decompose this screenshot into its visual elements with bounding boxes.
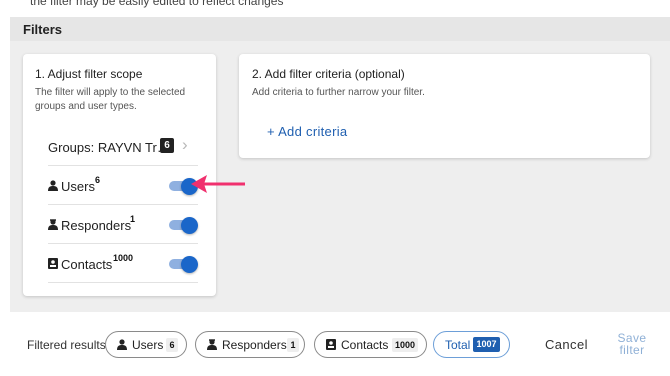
scope-description: The filter will apply to the selected gr… [35,87,186,112]
type-row-contacts: Contacts 1000 [48,245,198,283]
groups-count-badge: 6 [160,138,174,153]
top-note: the filter may be easily edited to refle… [30,0,284,8]
type-row-users: Users 6 [48,167,198,205]
person-icon [48,180,58,191]
groups-label: Groups: RAYVN Tr… [48,140,170,155]
result-pill-contacts[interactable]: Contacts 1000 [314,331,427,358]
result-pill-total[interactable]: Total 1007 [433,331,510,358]
contact-card-icon [326,339,336,350]
chevron-right-icon[interactable]: › [182,135,188,155]
responder-icon [48,219,58,230]
result-pill-label: Users [132,338,164,352]
type-row-responders: Responders 1 [48,206,198,244]
result-pill-count: 1 [287,338,299,352]
type-count-users: 6 [95,175,101,185]
scope-card: 1. Adjust filter scope The filter will a… [23,54,216,296]
result-pill-count: 1000 [392,338,418,352]
criteria-description: Add criteria to further narrow your filt… [252,87,425,98]
type-label-contacts: Contacts [61,257,113,272]
type-label-users: Users [61,179,95,194]
responder-icon [207,339,217,350]
result-pill-label: Contacts [341,338,389,352]
top-strip: the filter may be easily edited to refle… [0,0,670,14]
groups-row[interactable]: Groups: RAYVN Tr… 6 › [48,128,198,166]
criteria-card: 2. Add filter criteria (optional) Add cr… [239,54,650,158]
total-count-badge: 1007 [473,337,500,352]
cancel-button[interactable]: Cancel [545,337,588,352]
type-label-responders: Responders [61,218,132,233]
filtered-results-label: Filtered results [27,338,106,352]
result-pill-count: 6 [166,338,178,352]
contacts-toggle[interactable] [168,256,198,273]
result-pill-responders[interactable]: Responders 1 [195,331,305,358]
result-pill-users[interactable]: Users 6 [105,331,187,358]
type-count-responders: 1 [130,214,136,224]
total-label: Total [445,338,471,352]
responders-toggle[interactable] [168,217,198,234]
save-filter-button[interactable]: Save filter [612,332,652,356]
contact-card-icon [48,258,58,269]
person-icon [117,339,127,350]
result-pill-label: Responders [222,338,287,352]
type-count-contacts: 1000 [113,253,134,263]
scope-title: 1. Adjust filter scope [35,67,143,81]
criteria-title: 2. Add filter criteria (optional) [252,67,405,81]
add-criteria-button[interactable]: + Add criteria [267,124,347,139]
arrow-icon [191,175,245,193]
filters-header: Filters [10,17,670,41]
